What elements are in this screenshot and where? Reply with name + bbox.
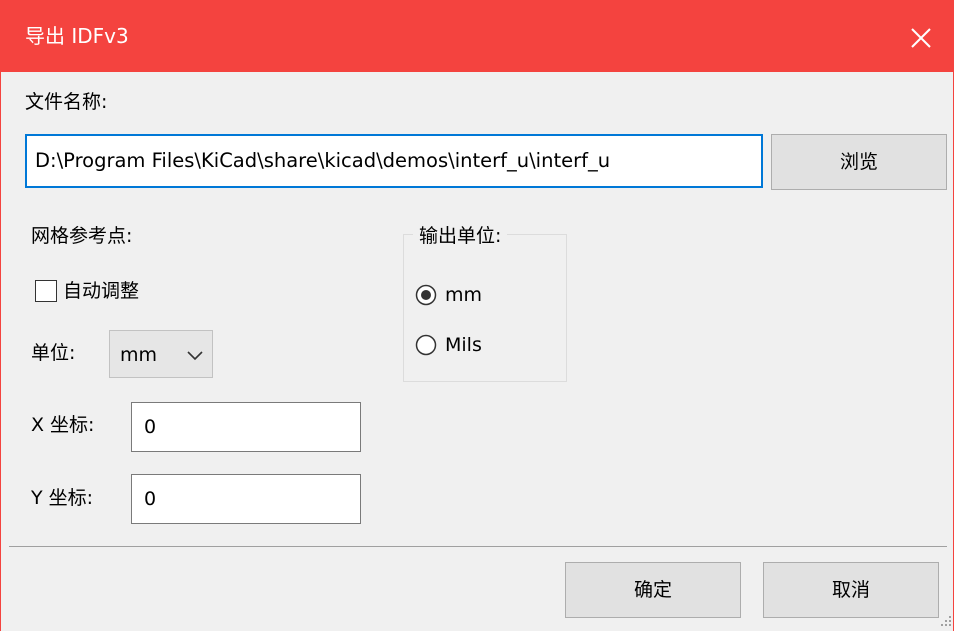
close-icon [911,28,931,48]
output-units-group [403,234,567,382]
file-name-label: 文件名称: [25,91,108,113]
x-coord-label: X 坐标: [31,414,95,436]
radio-selected-dot [421,290,431,300]
window-title: 导出 IDFv3 [25,24,129,48]
unit-select[interactable]: mm [109,330,213,378]
resize-grip-icon[interactable] [939,614,953,628]
cancel-button[interactable]: 取消 [763,562,939,618]
footer-divider [9,546,947,547]
radio-mils-label[interactable]: Mils [445,333,482,357]
title-bar: 导出 IDFv3 [1,0,954,72]
radio-mm-label[interactable]: mm [445,283,482,307]
y-coord-label: Y 坐标: [31,487,94,509]
file-path-input[interactable]: D:\Program Files\KiCad\share\kicad\demos… [25,134,763,188]
radio-mm[interactable] [415,284,437,306]
ok-button[interactable]: 确定 [565,562,741,618]
radio-mils[interactable] [415,334,437,356]
unit-select-value: mm [120,344,158,366]
auto-adjust-label[interactable]: 自动调整 [63,279,139,303]
auto-adjust-checkbox[interactable] [35,280,57,302]
x-coord-input[interactable]: 0 [131,402,361,452]
output-units-title: 输出单位: [413,224,508,248]
unit-label: 单位: [31,342,76,364]
y-coord-input[interactable]: 0 [131,474,361,524]
browse-button[interactable]: 浏览 [771,134,947,190]
chevron-down-icon [187,351,203,361]
close-button[interactable] [909,26,933,50]
export-idf-dialog: 导出 IDFv3 文件名称: D:\Program Files\KiCad\sh… [0,0,954,631]
grid-reference-heading: 网格参考点: [31,225,133,247]
